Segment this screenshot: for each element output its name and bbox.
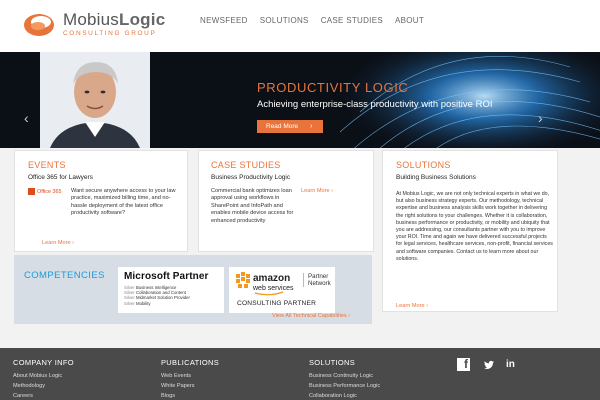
footer-heading: COMPANY INFO [13,358,74,367]
hero-subtitle: Achieving enterprise-class productivity … [257,99,493,110]
solutions-learn-more-link[interactable]: Learn More › [396,303,428,309]
aws-partner-network: Partner Network [303,273,331,287]
footer-link[interactable]: About Mobius Logic [13,371,74,381]
hero-button-label: Read More [266,123,299,130]
footer-link[interactable]: Methodology [13,381,74,391]
footer-link[interactable]: Business Performance Logic [309,381,380,391]
case-studies-title: CASE STUDIES [211,160,281,170]
case-studies-panel: CASE STUDIES Business Productivity Logic… [198,150,374,252]
office365-icon [28,188,35,195]
twitter-icon[interactable] [484,360,494,370]
solutions-title: SOLUTIONS [396,160,451,170]
site-footer: COMPANY INFO About Mobius Logic Methodol… [0,348,600,400]
aws-logo-line2: web services [252,285,294,292]
footer-link[interactable]: Web Events [161,371,219,381]
office365-logo-text: Office 365 [37,188,62,195]
competency-item: Silver Mobility [124,300,151,306]
events-learn-more-link[interactable]: Learn More › [42,240,74,246]
events-subtitle: Office 365 for Lawyers [28,174,93,181]
events-panel: EVENTS Office 365 for Lawyers Office 365… [14,150,188,252]
social-links: f in [457,357,515,371]
nav-newsfeed[interactable]: NEWSFEED [200,16,248,25]
brand-logo[interactable]: MobiusLogic CONSULTING GROUP [23,9,165,39]
footer-heading: PUBLICATIONS [161,358,220,367]
microsoft-competency-list: Silver Business Intelligence Silver Collab… [124,285,224,306]
solutions-subtitle: Building Business Solutions [396,174,476,181]
hero-banner: ‹ › PRODUCTIVITY LOGIC Achieving enterpr… [0,52,600,148]
consultant-portrait [40,52,150,148]
footer-link[interactable]: White Papers [161,381,219,391]
events-title: EVENTS [28,160,66,170]
site-header: MobiusLogic CONSULTING GROUP NEWSFEED SO… [0,0,600,52]
brand-tagline: CONSULTING GROUP [63,29,157,37]
nav-about[interactable]: ABOUT [395,16,424,25]
footer-heading: SOLUTIONS [309,358,356,367]
solutions-body: At Mobius Logic, we are not only technic… [396,191,553,262]
events-body: Want secure anywhere access to your law … [71,188,176,217]
solutions-panel: SOLUTIONS Building Business Solutions At… [382,150,558,312]
aws-logo-icon: amazon web services [236,272,294,296]
hero-prev-arrow[interactable]: ‹ [24,110,29,126]
hero-next-arrow[interactable]: › [538,110,543,126]
footer-column-company: COMPANY INFO About Mobius Logic Methodol… [13,358,74,400]
competencies-section: COMPETENCIES Microsoft Partner Silver Bus… [14,255,372,324]
footer-link[interactable]: Business Continuity Logic [309,371,380,381]
hero-title: PRODUCTIVITY LOGIC [257,80,409,95]
nav-solutions[interactable]: SOLUTIONS [260,16,309,25]
facebook-icon[interactable]: f [457,357,470,371]
footer-link[interactable]: Careers [13,391,74,400]
view-all-capabilities-link[interactable]: View All Technical Capabilities › [272,313,350,319]
hero-read-more-button[interactable]: Read More › [257,120,323,133]
footer-link[interactable]: Blogs [161,391,219,400]
footer-column-publications: PUBLICATIONS Web Events White Papers Blo… [161,358,219,400]
footer-link[interactable]: Collaboration Logic [309,391,380,400]
aws-partner-badge: amazon web services Partner Network CONS… [229,267,335,313]
footer-column-solutions: SOLUTIONS Business Continuity Logic Busi… [309,358,380,400]
brand-name: MobiusLogic [63,9,166,29]
microsoft-partner-badge: Microsoft Partner Silver Business Intelli… [118,267,224,313]
aws-logo-line1: amazon [253,273,290,284]
mobius-logo-icon [24,14,54,36]
competencies-title: COMPETENCIES [24,270,105,281]
aws-partner-tier: CONSULTING PARTNER [237,300,317,307]
office365-logo: Office 365 [28,188,61,195]
microsoft-partner-title: Microsoft Partner [124,271,209,282]
chevron-right-icon: › [310,123,313,130]
case-studies-body: Commercial bank optimizes loan approval … [211,188,294,224]
linkedin-icon[interactable]: in [506,359,515,370]
case-studies-learn-more-link[interactable]: Learn More › [301,188,333,194]
nav-case-studies[interactable]: CASE STUDIES [321,16,383,25]
case-studies-subtitle: Business Productivity Logic [211,174,291,181]
main-nav: NEWSFEED SOLUTIONS CASE STUDIES ABOUT [200,16,436,25]
